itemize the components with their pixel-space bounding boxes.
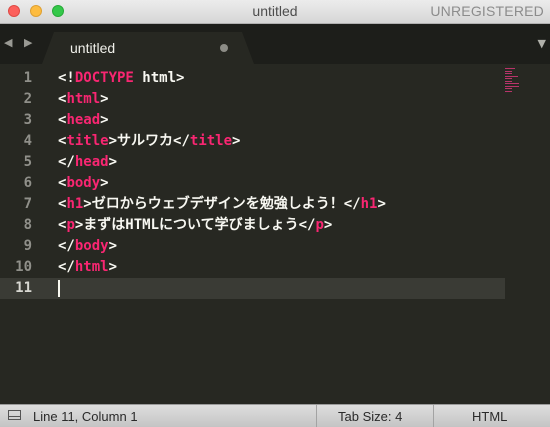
line-number: 1 [23, 70, 32, 86]
tag-name-token: p [66, 217, 75, 233]
tag-name-token: title [66, 133, 109, 149]
line-code: <head> [58, 110, 109, 131]
license-status: UNREGISTERED [430, 3, 544, 19]
tab-size-selector[interactable]: Tab Size: 4 [338, 409, 402, 424]
tag-name-token: DOCTYPE [74, 70, 134, 86]
code-token: </ [58, 259, 75, 275]
line-code: </body> [58, 236, 117, 257]
code-line[interactable]: 8 <p>まずはHTMLについて学びましょう</p> [0, 215, 505, 236]
line-number: 11 [15, 280, 32, 296]
line-code: <p>まずはHTMLについて学びましょう</p> [58, 215, 332, 236]
minimap[interactable] [505, 68, 519, 94]
status-divider [433, 405, 434, 427]
line-code: <!DOCTYPE html> [58, 68, 184, 89]
tag-name-token: p [315, 217, 324, 233]
code-token: </ [58, 238, 75, 254]
line-code: </html> [58, 257, 117, 278]
code-editor[interactable]: 1 <!DOCTYPE html> 2 <html> 3 <head> 4 <title>サル… [0, 64, 550, 404]
tag-name-token: head [74, 154, 109, 170]
syntax-selector[interactable]: HTML [472, 409, 507, 424]
code-line[interactable]: 4 <title>サルワカ</title> [0, 131, 505, 152]
line-number: 10 [15, 259, 32, 275]
tab-label: untitled [70, 40, 116, 56]
panel-toggle-icon[interactable] [8, 410, 21, 420]
tab-dropdown-icon[interactable]: ▼ [538, 37, 546, 50]
unsaved-dot-icon[interactable] [220, 44, 228, 52]
line-code: <title>サルワカ</title> [58, 131, 240, 152]
nav-back-icon[interactable]: ◀ [4, 36, 12, 49]
line-code: <html> [58, 89, 109, 110]
line-number: 4 [23, 133, 32, 149]
code-token: > [100, 91, 109, 107]
code-token: > [108, 238, 118, 254]
code-line[interactable]: 2 <html> [0, 89, 505, 110]
line-number: 3 [23, 112, 32, 128]
code-token: > [377, 196, 386, 212]
line-number: 2 [23, 91, 32, 107]
tag-name-token: h1 [66, 196, 84, 212]
tag-name-token: h1 [360, 196, 378, 212]
code-line[interactable]: 3 <head> [0, 110, 505, 131]
tag-name-token: body [66, 175, 101, 191]
code-token: > [100, 112, 109, 128]
cursor-position: Line 11, Column 1 [33, 409, 138, 424]
code-token: > [108, 259, 118, 275]
status-divider [316, 405, 317, 427]
code-token: >サルワカ</ [108, 133, 190, 149]
tag-name-token: html [66, 91, 101, 107]
code-line[interactable]: 5 </head> [0, 152, 505, 173]
code-token: >まずはHTMLについて学びましょう</ [74, 217, 316, 233]
nav-forward-icon[interactable]: ▶ [24, 36, 32, 49]
tab-untitled[interactable]: untitled [42, 32, 254, 64]
code-line[interactable]: 1 <!DOCTYPE html> [0, 68, 505, 89]
tab-bar: ◀ ▶ untitled ▼ [0, 24, 550, 64]
line-number: 8 [23, 217, 32, 233]
tag-name-token: body [74, 238, 109, 254]
code-token: <! [58, 70, 75, 86]
title-bar: untitled UNREGISTERED [0, 0, 550, 24]
text-cursor [58, 280, 60, 297]
code-token: > [323, 217, 333, 233]
code-line[interactable]: 7 <h1>ゼロからウェブデザインを勉強しよう！</h1> [0, 194, 505, 215]
code-token: html> [133, 70, 185, 86]
line-code: <body> [58, 173, 109, 194]
line-number: 6 [23, 175, 32, 191]
line-code: <h1>ゼロからウェブデザインを勉強しよう！</h1> [58, 194, 386, 215]
code-token: </ [58, 154, 75, 170]
tag-name-token: title [189, 133, 233, 149]
code-line[interactable]: 6 <body> [0, 173, 505, 194]
code-token: > [108, 154, 118, 170]
tag-name-token: head [66, 112, 101, 128]
status-bar: Line 11, Column 1 Tab Size: 4 HTML [0, 404, 550, 427]
line-number: 5 [23, 154, 32, 170]
code-line[interactable]: 9 </body> [0, 236, 505, 257]
code-line[interactable]: 10 </html> [0, 257, 505, 278]
line-number: 9 [23, 238, 32, 254]
code-token: > [100, 175, 109, 191]
code-line[interactable]: 11 [0, 278, 505, 299]
tag-name-token: html [74, 259, 109, 275]
code-token: > [232, 133, 241, 149]
code-token: >ゼロからウェブデザインを勉強しよう！</ [83, 196, 361, 212]
line-number: 7 [23, 196, 32, 212]
line-code: </head> [58, 152, 117, 173]
